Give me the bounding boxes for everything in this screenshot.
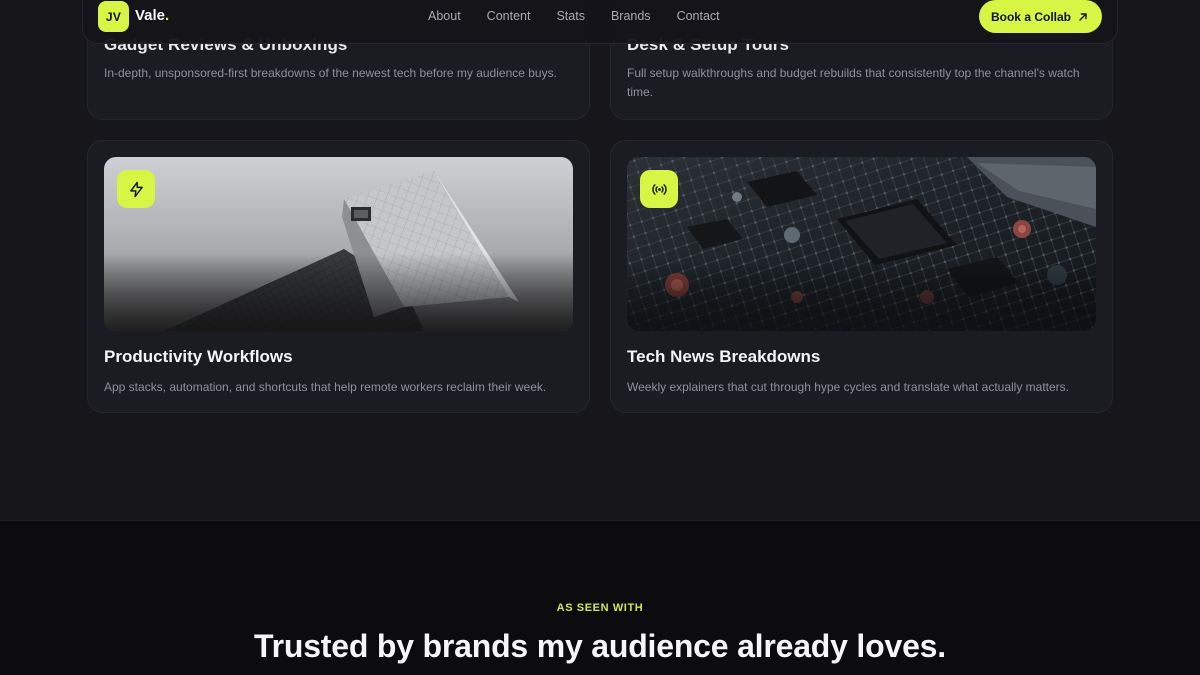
- nav-link-about[interactable]: About: [428, 9, 461, 23]
- content-card-tech-news[interactable]: Tech News Breakdowns Weekly explainers t…: [610, 140, 1113, 413]
- nav-link-content[interactable]: Content: [487, 9, 531, 23]
- book-collab-button[interactable]: Book a Collab: [978, 0, 1102, 33]
- logo-dot: .: [165, 7, 170, 24]
- card-description: Full setup walkthroughs and budget rebui…: [627, 66, 1080, 99]
- broadcast-icon: [651, 183, 667, 195]
- arrow-up-right-icon: [1079, 12, 1087, 21]
- cta-label: Book a Collab: [990, 9, 1071, 24]
- card-description: App stacks, automation, and shortcuts th…: [104, 380, 547, 394]
- nav-link-brands[interactable]: Brands: [611, 9, 651, 23]
- logo-mark[interactable]: JV: [98, 1, 129, 32]
- main-nav: About Content Stats Brands Contact: [428, 9, 720, 23]
- card-title: Tech News Breakdowns: [627, 347, 821, 366]
- architecture-image: [104, 157, 573, 331]
- content-card-productivity[interactable]: Productivity Workflows App stacks, autom…: [87, 140, 590, 413]
- card-description: Weekly explainers that cut through hype …: [627, 380, 1070, 394]
- section-headline: Trusted by brands my audience already lo…: [254, 628, 946, 664]
- nav-link-contact[interactable]: Contact: [677, 9, 720, 23]
- trusted-section: AS SEEN WITH Trusted by brands my audien…: [0, 520, 1200, 675]
- site-header: JV Vale. About Content Stats Brands Cont…: [82, 0, 1118, 44]
- logo-wordmark[interactable]: Vale.: [135, 7, 169, 24]
- card-title: Productivity Workflows: [104, 347, 293, 366]
- nav-link-stats[interactable]: Stats: [556, 9, 585, 23]
- badge: [117, 170, 155, 208]
- badge: [640, 170, 678, 208]
- card-description: In-depth, unsponsored-first breakdowns o…: [104, 66, 557, 80]
- circuit-board-image: [627, 157, 1096, 331]
- logo-name: Vale: [135, 7, 166, 24]
- page: Gadget Reviews & Unboxings In-depth, uns…: [0, 0, 1200, 675]
- section-eyebrow: AS SEEN WITH: [556, 602, 644, 614]
- lightning-bolt-icon: [129, 181, 143, 197]
